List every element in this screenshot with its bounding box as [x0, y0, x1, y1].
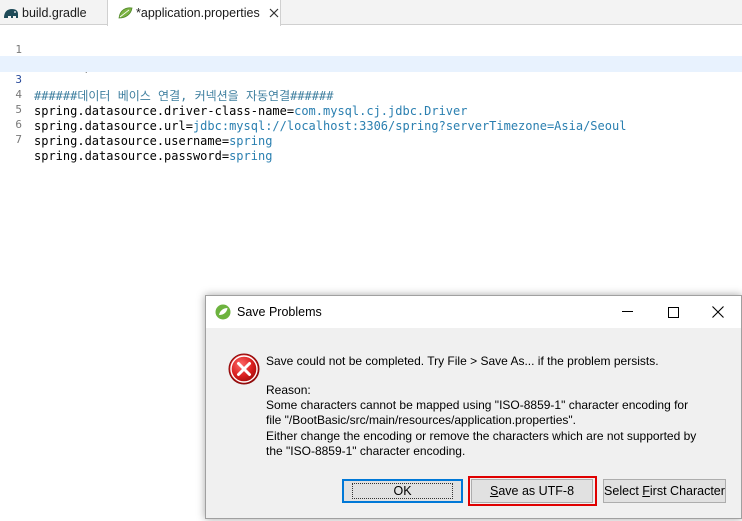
- error-icon: [228, 353, 260, 385]
- dialog-title: Save Problems: [237, 305, 322, 319]
- mnemonic-letter: F: [642, 484, 650, 498]
- properties-leaf-icon: [116, 5, 134, 21]
- property-key: spring.datasource.password=: [34, 149, 230, 163]
- button-label: irst Character: [649, 484, 725, 498]
- property-value: spring: [229, 149, 273, 163]
- save-problems-dialog: Save Problems Save could not be complete: [205, 295, 742, 519]
- code-line: 2: [0, 41, 742, 71]
- tab-label: *application.properties: [136, 6, 260, 20]
- reason-line: Some characters cannot be mapped using "…: [266, 398, 689, 412]
- code-line: 7 spring.datasource.password=spring: [0, 116, 742, 163]
- reason-line: file "/BootBasic/src/main/resources/appl…: [266, 413, 576, 427]
- tab-build-gradle[interactable]: build.gradle: [0, 0, 104, 25]
- select-first-character-button[interactable]: Select First Character: [603, 479, 726, 503]
- gradle-elephant-icon: [2, 5, 20, 21]
- code-line-current: 3 ######데이터 베이스 연결, 커넥션을 자동연결######: [0, 56, 742, 103]
- highlight-box: [468, 476, 597, 506]
- minimize-button[interactable]: [604, 296, 650, 328]
- maximize-button[interactable]: [650, 296, 696, 328]
- tab-application-properties[interactable]: *application.properties: [107, 0, 281, 26]
- error-message: Save could not be completed. Try File > …: [266, 354, 659, 368]
- editor-tab-bar: build.gradle *application.properties: [0, 0, 742, 26]
- property-key: spring.datasource.username=: [34, 134, 230, 148]
- dialog-title-bar[interactable]: Save Problems: [206, 296, 741, 328]
- code-line: 5 spring.datasource.url=jdbc:mysql://loc…: [0, 86, 742, 133]
- property-value: spring: [229, 134, 273, 148]
- tab-label: build.gradle: [22, 5, 87, 20]
- ok-button[interactable]: OK: [342, 479, 463, 503]
- close-tab-icon[interactable]: [268, 7, 280, 19]
- ok-button-label: OK: [352, 483, 453, 499]
- spring-leaf-icon: [215, 304, 231, 320]
- code-line: 6 spring.datasource.username=spring: [0, 101, 742, 148]
- line-number: 7: [15, 133, 22, 146]
- reason-line: Either change the encoding or remove the…: [266, 429, 697, 443]
- reason-label: Reason:: [266, 383, 311, 397]
- code-line: 4 spring.datasource.driver-class-name=co…: [0, 71, 742, 118]
- reason-line: the "ISO-8859-1" character encoding.: [266, 444, 466, 458]
- code-line: 1 server.port=8383: [0, 26, 742, 73]
- button-label: Select: [604, 484, 643, 498]
- close-dialog-button[interactable]: [695, 296, 741, 328]
